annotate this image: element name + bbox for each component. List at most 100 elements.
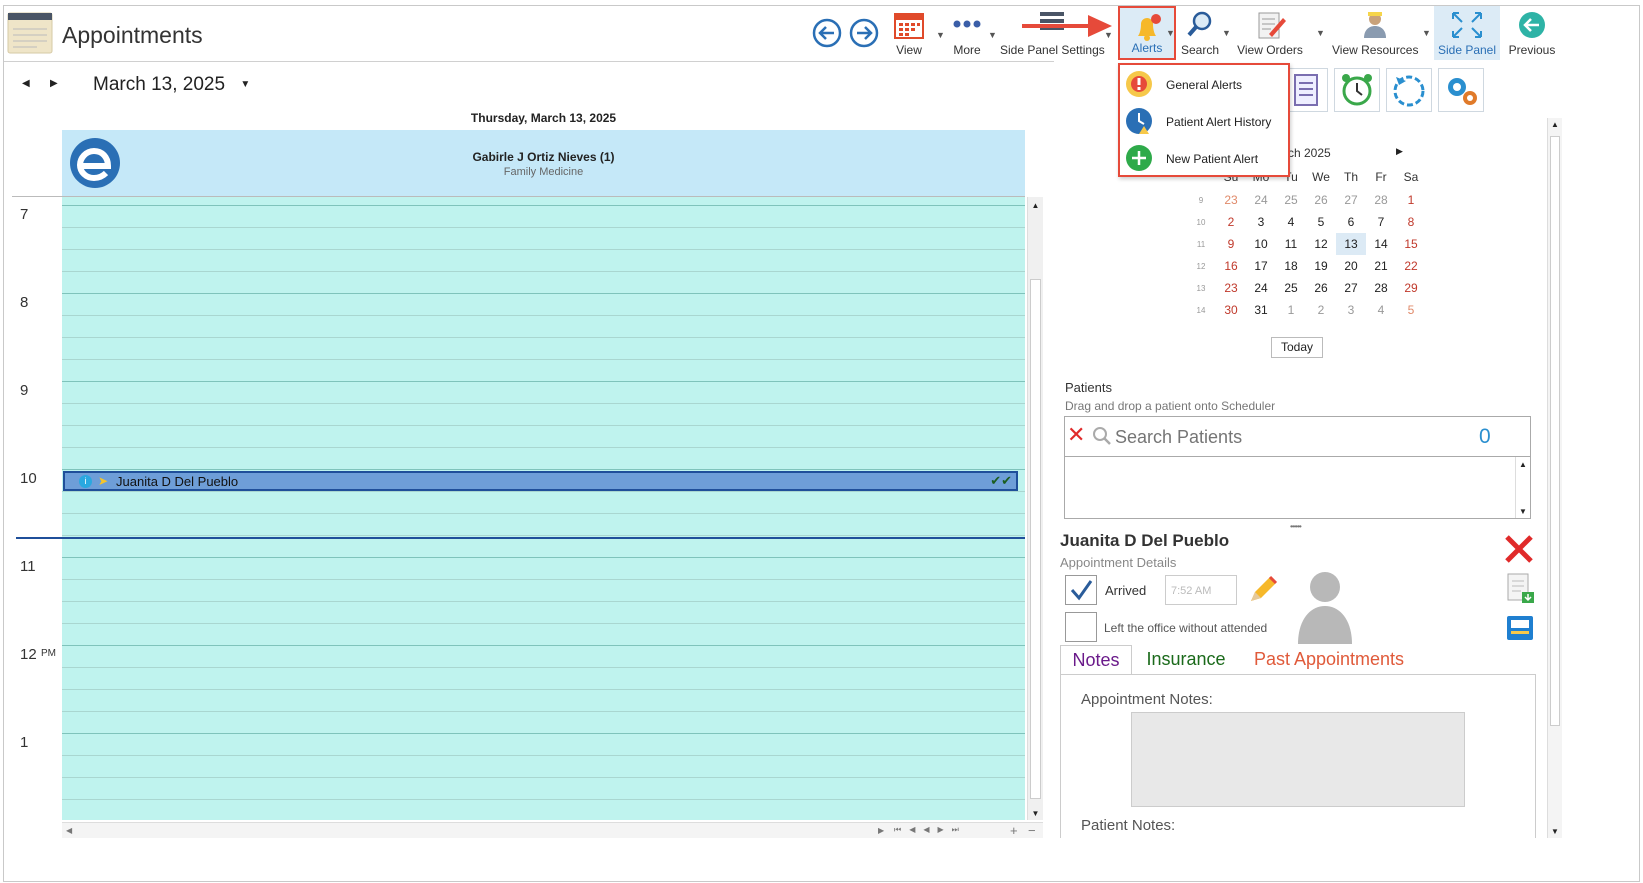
appointment-block[interactable]: i ➤ Juanita D Del Pueblo ✔✔ — [63, 471, 1018, 491]
calendar-day[interactable]: 3 — [1246, 211, 1276, 233]
view-resources-button[interactable]: View Resources — [1332, 6, 1418, 60]
date-dropdown-icon[interactable]: ▼ — [240, 79, 250, 90]
calendar-day[interactable]: 2 — [1306, 299, 1336, 321]
calendar-day[interactable]: 8 — [1396, 211, 1426, 233]
calendar-day[interactable]: 25 — [1276, 189, 1306, 211]
clear-search-icon[interactable]: ✕ — [1067, 423, 1085, 447]
patients-list[interactable]: ▲ ▼ — [1064, 457, 1531, 519]
calendar-day[interactable]: 14 — [1366, 233, 1396, 255]
alarm-clock-icon[interactable] — [1334, 68, 1380, 112]
search-icon — [1091, 425, 1113, 452]
appointment-notes-textarea[interactable] — [1131, 712, 1465, 807]
today-button[interactable]: Today — [1271, 337, 1323, 358]
calendar-day[interactable]: 24 — [1246, 277, 1276, 299]
tab-notes[interactable]: Notes — [1060, 645, 1132, 675]
calendar-day[interactable]: 9 — [1216, 233, 1246, 255]
calendar-day[interactable]: 18 — [1276, 255, 1306, 277]
edit-pencil-icon[interactable] — [1247, 575, 1279, 610]
mini-calendar-next-icon[interactable]: ▶ — [1396, 146, 1403, 157]
splitter-handle[interactable]: •••••• — [1290, 522, 1302, 531]
side-panel-button[interactable]: Side Panel — [1434, 6, 1500, 60]
calendar-day[interactable]: 5 — [1306, 211, 1336, 233]
calendar-day[interactable]: 28 — [1366, 189, 1396, 211]
calendar-day[interactable]: 16 — [1216, 255, 1246, 277]
info-icon[interactable]: i — [79, 475, 92, 488]
tab-insurance[interactable]: Insurance — [1136, 645, 1236, 675]
view-orders-dropdown-icon[interactable]: ▼ — [1316, 28, 1325, 38]
patients-list-scrollbar[interactable]: ▲ ▼ — [1515, 457, 1530, 518]
patient-alert-history-item[interactable]: Patient Alert History — [1120, 103, 1288, 140]
general-alerts-item[interactable]: General Alerts — [1120, 66, 1288, 103]
calendar-day[interactable]: 1 — [1276, 299, 1306, 321]
new-patient-alert-item[interactable]: New Patient Alert — [1120, 140, 1288, 177]
back-arrow-icon[interactable] — [812, 18, 842, 48]
calendar-day[interactable]: 23 — [1216, 189, 1246, 211]
zoom-in-icon[interactable]: + — [1010, 823, 1018, 838]
patient-search-box[interactable]: ✕ 0 — [1064, 416, 1531, 457]
calendar-day[interactable]: 21 — [1366, 255, 1396, 277]
scheduler-grid[interactable] — [62, 197, 1025, 820]
calendar-day[interactable]: 20 — [1336, 255, 1366, 277]
arrived-time-field[interactable]: 7:52 AM — [1165, 575, 1237, 605]
document-download-icon[interactable] — [1505, 572, 1535, 609]
tab-past-appointments[interactable]: Past Appointments — [1244, 645, 1414, 675]
grid-horizontal-scrollbar[interactable]: ◀ ▶ ⏮◀◀▶⏭ + − — [62, 822, 1043, 838]
calendar-day[interactable]: 17 — [1246, 255, 1276, 277]
calendar-day[interactable]: 27 — [1336, 277, 1366, 299]
calendar-day[interactable]: 27 — [1336, 189, 1366, 211]
calendar-day[interactable]: 11 — [1276, 233, 1306, 255]
calendar-day[interactable]: 28 — [1366, 277, 1396, 299]
arrived-checkbox[interactable] — [1065, 575, 1097, 605]
calendar-day[interactable]: 10 — [1246, 233, 1276, 255]
calendar-day[interactable]: 29 — [1396, 277, 1426, 299]
calendar-day[interactable]: 2 — [1216, 211, 1246, 233]
search-patients-input[interactable] — [1115, 425, 1445, 449]
zoom-out-icon[interactable]: − — [1028, 823, 1036, 838]
more-dropdown-icon[interactable]: ▼ — [988, 30, 997, 40]
calendar-day[interactable]: 5 — [1396, 299, 1426, 321]
forward-arrow-icon[interactable] — [849, 18, 879, 48]
calendar-day[interactable]: 3 — [1336, 299, 1366, 321]
calendar-day[interactable]: 15 — [1396, 233, 1426, 255]
side-panel-scrollbar[interactable]: ▲ ▼ — [1547, 118, 1562, 838]
calendar-day[interactable]: 13 — [1336, 233, 1366, 255]
left-office-checkbox[interactable] — [1065, 612, 1097, 642]
view-button[interactable]: View — [886, 6, 932, 60]
calendar-day[interactable]: 30 — [1216, 299, 1246, 321]
more-button[interactable]: More — [944, 6, 990, 60]
calendar-day[interactable]: 12 — [1306, 233, 1336, 255]
calendar-day[interactable]: 25 — [1276, 277, 1306, 299]
refresh-icon[interactable] — [1386, 68, 1432, 112]
more-dots-icon — [953, 20, 981, 28]
calendar-day[interactable]: 24 — [1246, 189, 1276, 211]
previous-button[interactable]: Previous — [1506, 6, 1558, 60]
mini-calendar[interactable]: Su Mo Tu We Th Fr Sa 9 23 24 25 26 27 28 1 10 2 3 4… — [1186, 165, 1426, 321]
view-orders-button[interactable]: View Orders — [1236, 6, 1304, 60]
calendar-day[interactable]: 26 — [1306, 189, 1336, 211]
search-button[interactable]: Search — [1178, 6, 1222, 60]
calendar-day[interactable]: 26 — [1306, 277, 1336, 299]
calendar-day[interactable]: 19 — [1306, 255, 1336, 277]
gears-icon[interactable] — [1438, 68, 1484, 112]
prev-day-icon[interactable]: ◀ — [22, 78, 30, 89]
weekday-header: Sa — [1403, 170, 1419, 184]
calendar-day[interactable]: 6 — [1336, 211, 1366, 233]
alerts-dropdown-icon[interactable]: ▼ — [1166, 28, 1175, 38]
calendar-day[interactable]: 4 — [1276, 211, 1306, 233]
archive-tray-icon[interactable] — [1505, 612, 1535, 647]
calendar-day[interactable]: 1 — [1396, 189, 1426, 211]
hour-label: 8 — [20, 294, 29, 311]
calendar-day[interactable]: 23 — [1216, 277, 1246, 299]
grid-vertical-scrollbar[interactable]: ▲ ▼ — [1027, 197, 1043, 820]
date-picker[interactable]: March 13, 2025 ▼ — [93, 74, 250, 96]
left-office-label: Left the office without attended — [1104, 621, 1268, 635]
search-dropdown-icon[interactable]: ▼ — [1222, 28, 1231, 38]
next-day-icon[interactable]: ▶ — [50, 78, 58, 89]
details-subtitle: Appointment Details — [1060, 555, 1177, 570]
calendar-day[interactable]: 4 — [1366, 299, 1396, 321]
delete-appointment-icon[interactable] — [1503, 533, 1535, 570]
view-resources-dropdown-icon[interactable]: ▼ — [1422, 28, 1431, 38]
calendar-day[interactable]: 22 — [1396, 255, 1426, 277]
calendar-day[interactable]: 7 — [1366, 211, 1396, 233]
calendar-day[interactable]: 31 — [1246, 299, 1276, 321]
